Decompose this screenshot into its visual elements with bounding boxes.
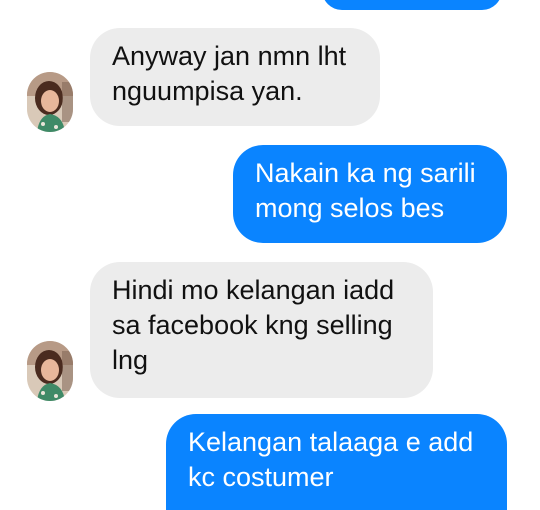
contact-avatar-icon[interactable] (27, 72, 73, 132)
outgoing-message-bubble[interactable]: Nakain ka ng sarili mong selos bes (233, 145, 507, 243)
message-thread: Anyway jan nmn lht nguumpisa yan. Nakain… (0, 0, 540, 510)
contact-avatar-photo (27, 72, 73, 132)
contact-avatar-photo (27, 341, 73, 401)
incoming-message-bubble[interactable]: Anyway jan nmn lht nguumpisa yan. (90, 28, 380, 126)
contact-avatar-icon[interactable] (27, 341, 73, 401)
outgoing-message-bubble[interactable] (322, 0, 502, 10)
incoming-message-bubble[interactable]: Hindi mo kelangan iadd sa facebook kng s… (90, 262, 433, 398)
outgoing-message-bubble[interactable]: Kelangan talaaga e add kc costumer (166, 414, 507, 510)
